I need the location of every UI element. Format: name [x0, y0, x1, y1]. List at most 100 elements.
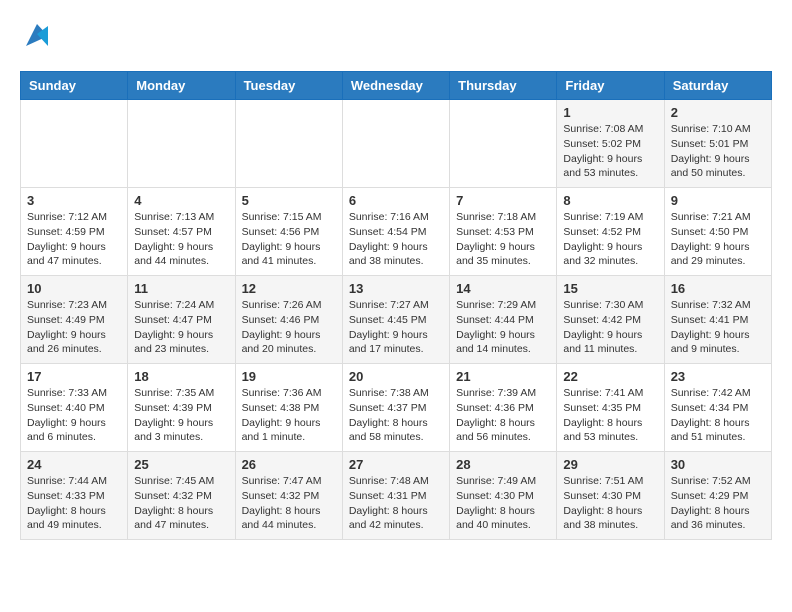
calendar-cell: 29 Sunrise: 7:51 AM Sunset: 4:30 PM Dayli…: [557, 452, 664, 540]
calendar-cell: 24 Sunrise: 7:44 AM Sunset: 4:33 PM Dayli…: [21, 452, 128, 540]
calendar-cell: 25 Sunrise: 7:45 AM Sunset: 4:32 PM Dayli…: [128, 452, 235, 540]
calendar-cell: 13Sunrise: 7:27 AM Sunset: 4:45 PM Dayli…: [342, 276, 449, 364]
calendar-cell: [21, 100, 128, 188]
calendar-header-row: SundayMondayTuesdayWednesdayThursdayFrid…: [21, 72, 772, 100]
day-number: 25: [134, 457, 228, 472]
calendar-week-row: 17Sunrise: 7:33 AM Sunset: 4:40 PM Dayli…: [21, 364, 772, 452]
day-number: 1: [563, 105, 657, 120]
calendar-cell: 6 Sunrise: 7:16 AM Sunset: 4:54 PM Daylig…: [342, 188, 449, 276]
calendar-cell: 28 Sunrise: 7:49 AM Sunset: 4:30 PM Dayli…: [450, 452, 557, 540]
day-info: Sunrise: 7:16 AM Sunset: 4:54 PM Dayligh…: [349, 210, 443, 269]
calendar-cell: 20 Sunrise: 7:38 AM Sunset: 4:37 PM Dayli…: [342, 364, 449, 452]
day-number: 15: [563, 281, 657, 296]
day-number: 21: [456, 369, 550, 384]
day-number: 13: [349, 281, 443, 296]
day-info: Sunrise: 7:48 AM Sunset: 4:31 PM Dayligh…: [349, 474, 443, 533]
calendar-week-row: 10 Sunrise: 7:23 AM Sunset: 4:49 PM Dayli…: [21, 276, 772, 364]
day-number: 29: [563, 457, 657, 472]
calendar-cell: 16 Sunrise: 7:32 AM Sunset: 4:41 PM Dayli…: [664, 276, 771, 364]
day-info: Sunrise: 7:42 AM Sunset: 4:34 PM Dayligh…: [671, 386, 765, 445]
day-number: 17: [27, 369, 121, 384]
day-number: 12: [242, 281, 336, 296]
day-info: Sunrise: 7:49 AM Sunset: 4:30 PM Dayligh…: [456, 474, 550, 533]
day-number: 2: [671, 105, 765, 120]
calendar-cell: [235, 100, 342, 188]
day-info: Sunrise: 7:44 AM Sunset: 4:33 PM Dayligh…: [27, 474, 121, 533]
day-number: 28: [456, 457, 550, 472]
weekday-header-tuesday: Tuesday: [235, 72, 342, 100]
weekday-header-friday: Friday: [557, 72, 664, 100]
calendar-cell: 10 Sunrise: 7:23 AM Sunset: 4:49 PM Dayli…: [21, 276, 128, 364]
day-info: Sunrise: 7:18 AM Sunset: 4:53 PM Dayligh…: [456, 210, 550, 269]
day-number: 5: [242, 193, 336, 208]
calendar-cell: 23 Sunrise: 7:42 AM Sunset: 4:34 PM Dayli…: [664, 364, 771, 452]
day-info: Sunrise: 7:39 AM Sunset: 4:36 PM Dayligh…: [456, 386, 550, 445]
day-info: Sunrise: 7:51 AM Sunset: 4:30 PM Dayligh…: [563, 474, 657, 533]
day-number: 20: [349, 369, 443, 384]
calendar-table: SundayMondayTuesdayWednesdayThursdayFrid…: [20, 71, 772, 540]
day-number: 30: [671, 457, 765, 472]
weekday-header-sunday: Sunday: [21, 72, 128, 100]
day-number: 26: [242, 457, 336, 472]
calendar-cell: 3 Sunrise: 7:12 AM Sunset: 4:59 PM Daylig…: [21, 188, 128, 276]
calendar-cell: 18Sunrise: 7:35 AM Sunset: 4:39 PM Dayli…: [128, 364, 235, 452]
day-number: 4: [134, 193, 228, 208]
day-number: 8: [563, 193, 657, 208]
day-number: 3: [27, 193, 121, 208]
day-info: Sunrise: 7:45 AM Sunset: 4:32 PM Dayligh…: [134, 474, 228, 533]
day-info: Sunrise: 7:23 AM Sunset: 4:49 PM Dayligh…: [27, 298, 121, 357]
calendar-week-row: 1 Sunrise: 7:08 AM Sunset: 5:02 PM Daylig…: [21, 100, 772, 188]
logo-icon: [22, 20, 52, 50]
calendar-week-row: 3 Sunrise: 7:12 AM Sunset: 4:59 PM Daylig…: [21, 188, 772, 276]
day-info: Sunrise: 7:10 AM Sunset: 5:01 PM Dayligh…: [671, 122, 765, 181]
day-info: Sunrise: 7:36 AM Sunset: 4:38 PM Dayligh…: [242, 386, 336, 445]
weekday-header-thursday: Thursday: [450, 72, 557, 100]
day-number: 7: [456, 193, 550, 208]
calendar-cell: 27 Sunrise: 7:48 AM Sunset: 4:31 PM Dayli…: [342, 452, 449, 540]
day-info: Sunrise: 7:12 AM Sunset: 4:59 PM Dayligh…: [27, 210, 121, 269]
calendar-cell: 19 Sunrise: 7:36 AM Sunset: 4:38 PM Dayli…: [235, 364, 342, 452]
day-number: 24: [27, 457, 121, 472]
page-header: [20, 20, 772, 55]
calendar-cell: [342, 100, 449, 188]
day-number: 16: [671, 281, 765, 296]
day-number: 9: [671, 193, 765, 208]
day-number: 6: [349, 193, 443, 208]
day-number: 18: [134, 369, 228, 384]
day-info: Sunrise: 7:26 AM Sunset: 4:46 PM Dayligh…: [242, 298, 336, 357]
calendar-cell: 1 Sunrise: 7:08 AM Sunset: 5:02 PM Daylig…: [557, 100, 664, 188]
day-info: Sunrise: 7:32 AM Sunset: 4:41 PM Dayligh…: [671, 298, 765, 357]
day-number: 27: [349, 457, 443, 472]
calendar-cell: 2 Sunrise: 7:10 AM Sunset: 5:01 PM Daylig…: [664, 100, 771, 188]
calendar-cell: 30 Sunrise: 7:52 AM Sunset: 4:29 PM Dayli…: [664, 452, 771, 540]
calendar-cell: 14Sunrise: 7:29 AM Sunset: 4:44 PM Dayli…: [450, 276, 557, 364]
day-number: 11: [134, 281, 228, 296]
calendar-cell: 12 Sunrise: 7:26 AM Sunset: 4:46 PM Dayli…: [235, 276, 342, 364]
logo: [20, 20, 52, 55]
day-number: 22: [563, 369, 657, 384]
calendar-cell: 21 Sunrise: 7:39 AM Sunset: 4:36 PM Dayli…: [450, 364, 557, 452]
day-info: Sunrise: 7:52 AM Sunset: 4:29 PM Dayligh…: [671, 474, 765, 533]
day-info: Sunrise: 7:15 AM Sunset: 4:56 PM Dayligh…: [242, 210, 336, 269]
calendar-cell: 22 Sunrise: 7:41 AM Sunset: 4:35 PM Dayli…: [557, 364, 664, 452]
weekday-header-monday: Monday: [128, 72, 235, 100]
calendar-cell: 4 Sunrise: 7:13 AM Sunset: 4:57 PM Daylig…: [128, 188, 235, 276]
day-info: Sunrise: 7:30 AM Sunset: 4:42 PM Dayligh…: [563, 298, 657, 357]
day-number: 23: [671, 369, 765, 384]
day-number: 19: [242, 369, 336, 384]
day-info: Sunrise: 7:41 AM Sunset: 4:35 PM Dayligh…: [563, 386, 657, 445]
day-info: Sunrise: 7:19 AM Sunset: 4:52 PM Dayligh…: [563, 210, 657, 269]
day-info: Sunrise: 7:38 AM Sunset: 4:37 PM Dayligh…: [349, 386, 443, 445]
day-info: Sunrise: 7:13 AM Sunset: 4:57 PM Dayligh…: [134, 210, 228, 269]
calendar-cell: 8 Sunrise: 7:19 AM Sunset: 4:52 PM Daylig…: [557, 188, 664, 276]
day-number: 10: [27, 281, 121, 296]
calendar-cell: 5 Sunrise: 7:15 AM Sunset: 4:56 PM Daylig…: [235, 188, 342, 276]
calendar-week-row: 24 Sunrise: 7:44 AM Sunset: 4:33 PM Dayli…: [21, 452, 772, 540]
calendar-cell: [450, 100, 557, 188]
day-info: Sunrise: 7:24 AM Sunset: 4:47 PM Dayligh…: [134, 298, 228, 357]
day-info: Sunrise: 7:21 AM Sunset: 4:50 PM Dayligh…: [671, 210, 765, 269]
calendar-cell: 7 Sunrise: 7:18 AM Sunset: 4:53 PM Daylig…: [450, 188, 557, 276]
calendar-cell: 11 Sunrise: 7:24 AM Sunset: 4:47 PM Dayli…: [128, 276, 235, 364]
day-info: Sunrise: 7:47 AM Sunset: 4:32 PM Dayligh…: [242, 474, 336, 533]
day-info: Sunrise: 7:08 AM Sunset: 5:02 PM Dayligh…: [563, 122, 657, 181]
